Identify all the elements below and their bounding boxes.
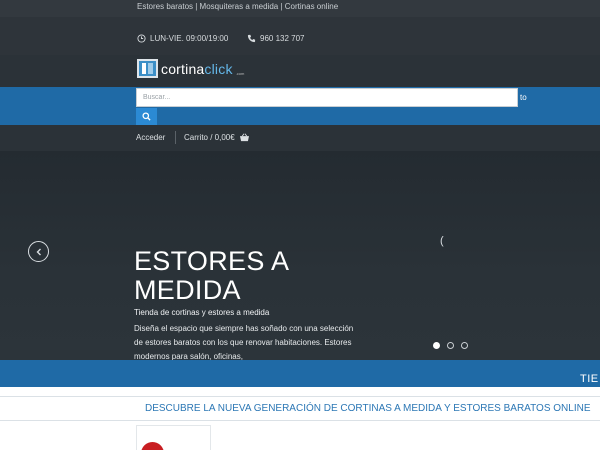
slider-dot[interactable] [433, 342, 440, 349]
hero-title-line-2: MEDIDA [134, 275, 241, 305]
account-divider [175, 131, 176, 144]
hero-slider: ( ESTORES A MEDIDA Tienda de cortinas y … [0, 151, 600, 360]
account-row: Acceder Carrito / 0,00€ [0, 125, 600, 151]
ticker-strip: TIE [0, 360, 600, 387]
hero-subtitle: Tienda de cortinas y estores a medida [134, 308, 270, 317]
hours-text: LUN-VIE. 09:00/19:00 [150, 34, 229, 43]
nav-text-fragment[interactable]: to [520, 93, 527, 102]
cart-label[interactable]: Carrito / 0,00€ [184, 133, 235, 142]
slider-dot[interactable] [461, 342, 468, 349]
loading-spinner-icon: ( [440, 235, 444, 247]
slider-dot[interactable] [447, 342, 454, 349]
search-icon [142, 112, 151, 121]
promo-headline: DESCUBRE LA NUEVA GENERACIÓN DE CORTINAS… [145, 403, 591, 414]
search-button[interactable] [136, 108, 157, 125]
promo-banner: DESCUBRE LA NUEVA GENERACIÓN DE CORTINAS… [0, 396, 600, 421]
login-link[interactable]: Acceder [136, 133, 165, 142]
phone-icon [247, 34, 256, 43]
chevron-left-icon [36, 248, 41, 255]
ticker-text: TIE [580, 373, 599, 385]
site-logo[interactable]: cortina click .com [137, 59, 244, 78]
logo-mark [137, 59, 158, 78]
search-input[interactable] [136, 88, 518, 107]
cart-link[interactable]: Carrito / 0,00€ [184, 133, 250, 142]
header-logo-row: cortina click .com [0, 55, 600, 87]
phone-link[interactable]: 960 132 707 [247, 34, 305, 43]
hero-title: ESTORES A MEDIDA [134, 247, 289, 305]
site-tagline: Estores baratos | Mosquiteras a medida |… [137, 2, 339, 11]
contact-bar: LUN-VIE. 09:00/19:00 960 132 707 [0, 17, 600, 55]
basket-icon [239, 133, 249, 142]
logo-text-click: click [204, 60, 233, 77]
top-bar: Estores baratos | Mosquiteras a medida |… [0, 0, 600, 17]
logo-text-cortina: cortina [161, 60, 205, 77]
clock-icon [137, 34, 146, 43]
slider-dots [433, 342, 468, 349]
phone-text[interactable]: 960 132 707 [260, 34, 305, 43]
hero-description: Diseña el espacio que siempre has soñado… [134, 324, 354, 360]
content-section: DESCUBRE LA NUEVA GENERACIÓN DE CORTINAS… [0, 387, 600, 450]
hero-title-line-1: ESTORES A [134, 246, 290, 276]
business-hours: LUN-VIE. 09:00/19:00 [137, 34, 228, 43]
logo-tld: .com [235, 71, 245, 76]
slider-prev-button[interactable] [28, 241, 49, 262]
